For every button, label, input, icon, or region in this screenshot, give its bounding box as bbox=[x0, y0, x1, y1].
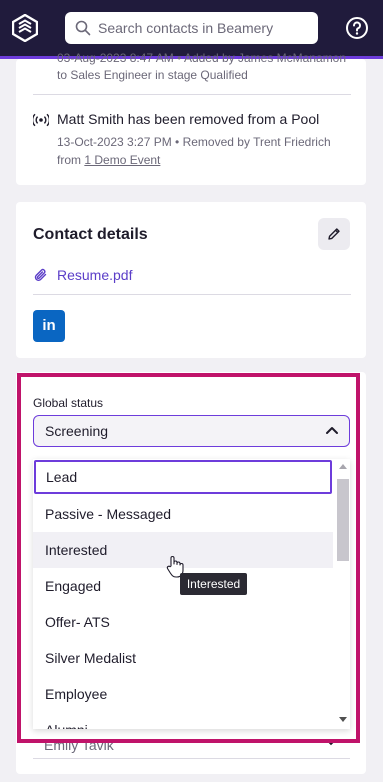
broadcast-icon bbox=[33, 113, 49, 127]
search-icon bbox=[75, 20, 91, 36]
edit-contact-details-button[interactable] bbox=[318, 218, 350, 250]
pencil-icon bbox=[328, 228, 340, 240]
resume-link[interactable]: Resume.pdf bbox=[57, 267, 132, 283]
activity-title: Matt Smith has been removed from a Pool bbox=[57, 111, 320, 127]
activity-card: 03-Aug-2023 8:47 AM • Added by James McM… bbox=[16, 51, 366, 185]
activity-source-prefix: from bbox=[57, 153, 81, 167]
divider bbox=[33, 294, 351, 295]
linkedin-button[interactable]: in bbox=[33, 310, 65, 342]
pool-link[interactable]: 1 Demo Event bbox=[84, 153, 160, 167]
activity-previous-meta-2: to Sales Engineer in stage Qualified bbox=[57, 68, 248, 82]
divider bbox=[33, 94, 351, 95]
top-bar: Search contacts in Beamery bbox=[0, 0, 383, 56]
search-placeholder: Search contacts in Beamery bbox=[98, 20, 274, 36]
activity-previous-meta: 03-Aug-2023 8:47 AM • Added by James McM… bbox=[57, 51, 347, 65]
highlight-annotation-frame bbox=[17, 373, 360, 743]
search-input[interactable]: Search contacts in Beamery bbox=[65, 12, 318, 44]
beamery-logo-icon[interactable] bbox=[12, 14, 38, 42]
option-tooltip: Interested bbox=[180, 573, 247, 595]
contact-details-title: Contact details bbox=[33, 226, 148, 243]
contact-details-card: Contact details Resume.pdf in bbox=[16, 202, 366, 358]
paperclip-icon bbox=[34, 268, 47, 281]
activity-source: from 1 Demo Event bbox=[57, 153, 160, 167]
activity-meta: 13-Oct-2023 3:27 PM • Removed by Trent F… bbox=[57, 135, 331, 149]
help-circle-icon[interactable] bbox=[345, 16, 369, 40]
